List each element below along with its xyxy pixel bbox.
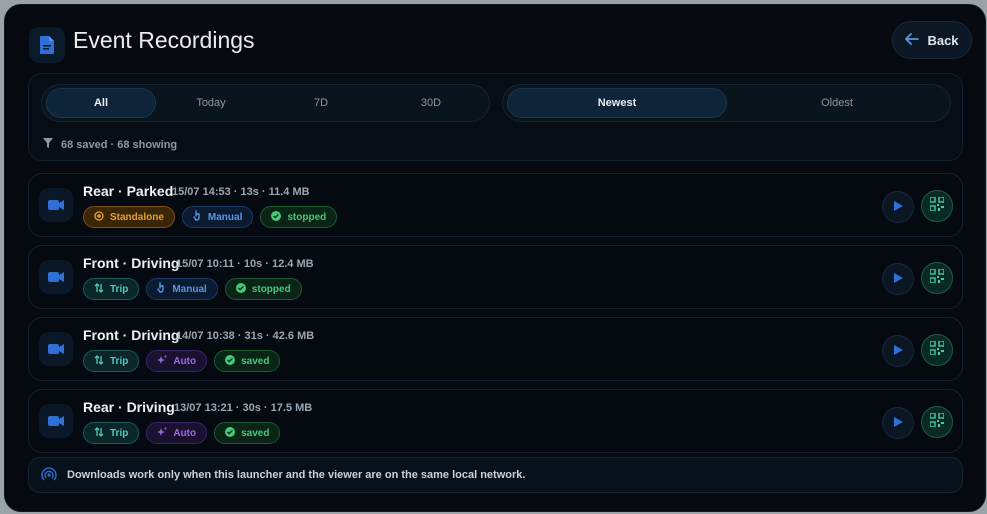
chip-label: Trip: [110, 355, 129, 367]
chip-auto: Auto: [146, 422, 208, 444]
sparkle-icon: [157, 427, 167, 440]
recordings-panel: Event Recordings Back All Today 7D 30D N…: [5, 5, 985, 511]
recording-title: Front · Driving: [83, 255, 180, 271]
sort-selector: Newest Oldest: [502, 84, 951, 122]
chip-label: Standalone: [110, 211, 164, 223]
chip-saved: saved: [214, 422, 281, 444]
chip-label: Manual: [172, 283, 207, 295]
recording-title: Rear · Parked: [83, 183, 174, 199]
chip-label: Auto: [173, 355, 197, 367]
wifi-signal-icon: [41, 466, 57, 485]
video-camera-icon: [39, 332, 73, 366]
notice-text: Downloads work only when this launcher a…: [67, 469, 526, 481]
qr-code-icon: [929, 411, 945, 432]
sparkle-icon: [157, 355, 167, 368]
qr-code-icon: [929, 195, 945, 216]
chip-label: Auto: [173, 427, 197, 439]
recording-row[interactable]: Front · Driving 15/07 10:11 · 10s · 12.4…: [28, 245, 963, 309]
play-icon: [893, 270, 903, 288]
sort-option-oldest[interactable]: Oldest: [727, 88, 947, 118]
results-summary: 68 saved · 68 showing: [43, 138, 177, 151]
hand-icon: [157, 282, 166, 296]
chip-manual: Manual: [181, 206, 254, 228]
summary-text: 68 saved · 68 showing: [61, 138, 178, 151]
chip-label: stopped: [287, 211, 327, 223]
qr-code-button[interactable]: [921, 406, 953, 438]
recording-row[interactable]: Rear · Driving 13/07 13:21 · 30s · 17.5 …: [28, 389, 963, 453]
recording-title: Rear · Driving: [83, 399, 175, 415]
video-camera-icon: [39, 188, 73, 222]
filter-icon: [43, 138, 53, 151]
play-button[interactable]: [882, 407, 914, 439]
recording-meta: 15/07 14:53 · 13s · 11.4 MB: [172, 186, 310, 198]
range-option-today[interactable]: Today: [156, 88, 266, 118]
range-option-all[interactable]: All: [46, 88, 156, 118]
play-icon: [893, 414, 903, 432]
chip-trip: Trip: [83, 350, 140, 372]
range-option-30d[interactable]: 30D: [376, 88, 486, 118]
recording-meta: 13/07 13:21 · 30s · 17.5 MB: [174, 402, 313, 414]
filter-bar: All Today 7D 30D Newest Oldest 68 saved …: [28, 73, 963, 161]
play-button[interactable]: [882, 335, 914, 367]
chip-label: saved: [241, 427, 270, 439]
hand-icon: [193, 210, 202, 224]
network-notice: Downloads work only when this launcher a…: [28, 457, 963, 493]
range-selector: All Today 7D 30D: [41, 84, 490, 122]
check-circle-icon: [225, 426, 236, 440]
play-button[interactable]: [882, 191, 914, 223]
swap-icon: [94, 354, 104, 368]
chip-standalone: Standalone: [83, 206, 175, 228]
check-circle-icon: [271, 210, 282, 224]
check-circle-icon: [225, 354, 236, 368]
chip-label: stopped: [251, 283, 291, 295]
qr-code-button[interactable]: [921, 262, 953, 294]
qr-code-button[interactable]: [921, 190, 953, 222]
play-button[interactable]: [882, 263, 914, 295]
page-title: Event Recordings: [73, 27, 255, 53]
recording-meta: 14/07 10:38 · 31s · 42.6 MB: [176, 330, 315, 342]
qr-code-button[interactable]: [921, 334, 953, 366]
recording-row[interactable]: Front · Driving 14/07 10:38 · 31s · 42.6…: [28, 317, 963, 381]
arrow-left-icon: [905, 32, 920, 48]
chip-label: Trip: [110, 427, 129, 439]
chip-saved: saved: [214, 350, 281, 372]
qr-code-icon: [929, 339, 945, 360]
play-icon: [893, 342, 903, 360]
play-icon: [893, 198, 903, 216]
chip-trip: Trip: [83, 422, 140, 444]
video-camera-icon: [39, 404, 73, 438]
recording-title: Front · Driving: [83, 327, 180, 343]
qr-code-icon: [929, 267, 945, 288]
target-icon: [94, 210, 104, 224]
recording-row[interactable]: Rear · Parked 15/07 14:53 · 13s · 11.4 M…: [28, 173, 963, 237]
range-option-7d[interactable]: 7D: [266, 88, 376, 118]
chip-stopped: stopped: [224, 278, 302, 300]
swap-icon: [94, 282, 104, 296]
back-button[interactable]: Back: [892, 21, 972, 59]
chip-stopped: stopped: [260, 206, 338, 228]
video-camera-icon: [39, 260, 73, 294]
chip-manual: Manual: [146, 278, 218, 300]
chip-label: saved: [241, 355, 270, 367]
swap-icon: [94, 426, 104, 440]
chip-trip: Trip: [83, 278, 140, 300]
chip-auto: Auto: [146, 350, 208, 372]
recording-meta: 15/07 10:11 · 10s · 12.4 MB: [176, 258, 314, 270]
sort-option-newest[interactable]: Newest: [507, 88, 727, 118]
document-icon: [29, 27, 65, 63]
chip-label: Trip: [110, 283, 129, 295]
back-label: Back: [927, 32, 959, 48]
check-circle-icon: [235, 282, 246, 296]
chip-label: Manual: [207, 211, 243, 223]
